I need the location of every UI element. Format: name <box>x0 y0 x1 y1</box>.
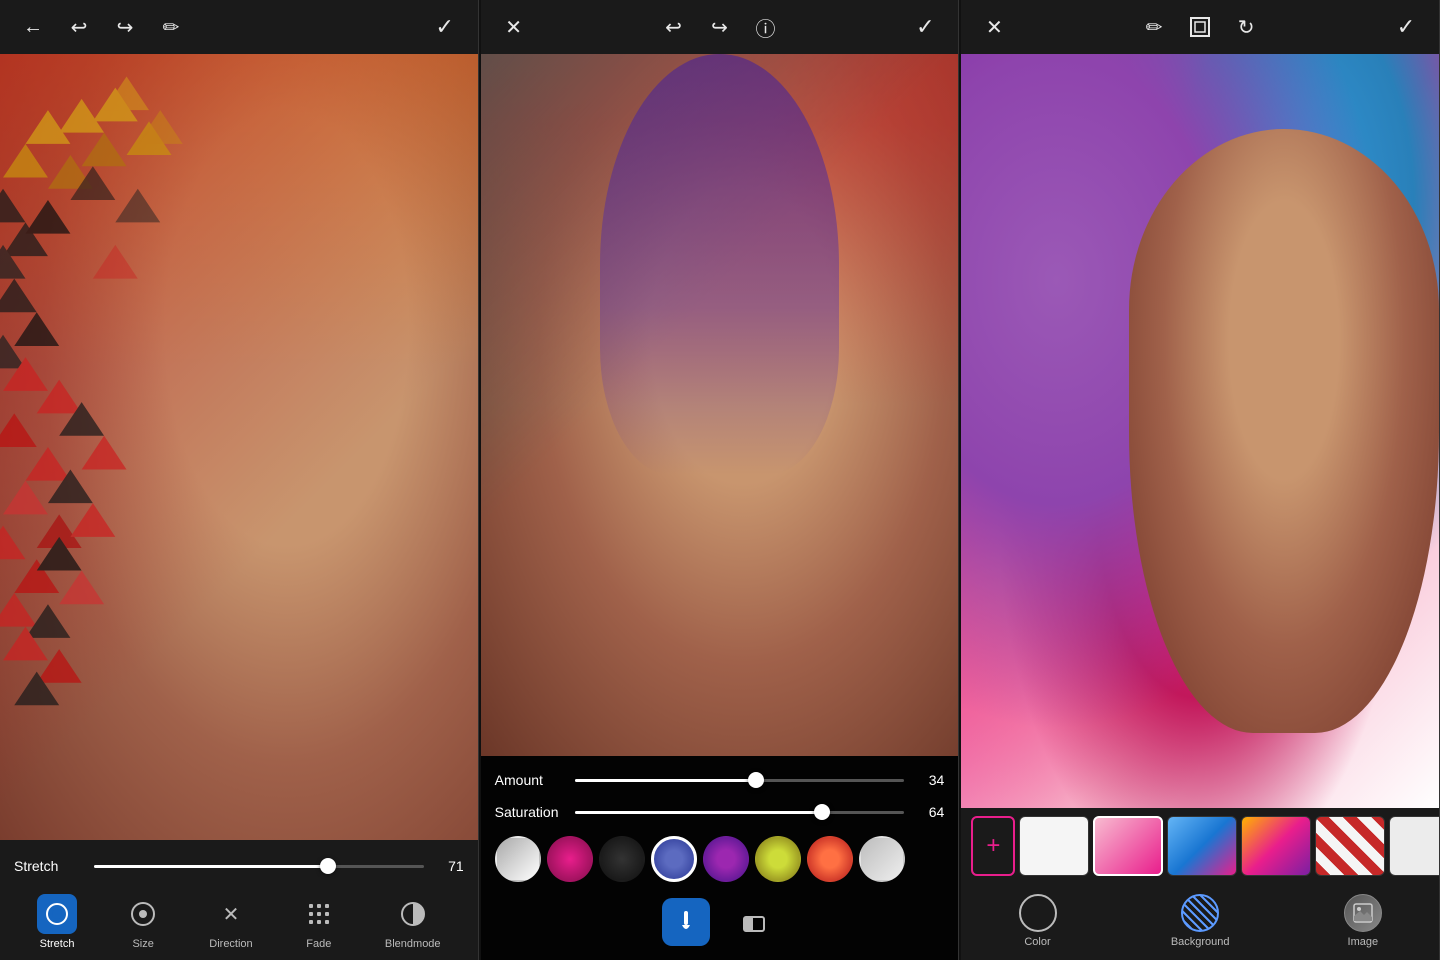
stretch-icon <box>37 894 77 934</box>
panel2-topbar: ✕ ↩ ↪ ⓘ ✓ <box>481 0 959 54</box>
bg-thumb-white2[interactable] <box>1389 816 1439 876</box>
rotate-button-p3[interactable]: ↻ <box>1231 12 1261 42</box>
fade-tool-label: Fade <box>306 938 331 950</box>
size-tool-label: Size <box>132 938 153 950</box>
bg-thumb-white[interactable] <box>1019 816 1089 876</box>
size-tool[interactable]: Size <box>123 894 163 950</box>
bg-thumb-colorful[interactable] <box>1241 816 1311 876</box>
blendmode-tool-label: Blendmode <box>385 938 441 950</box>
erase-button-p3[interactable]: ✏ <box>1139 12 1169 42</box>
panel1-left-icons: ← ↩ ↪ ✏ <box>18 12 186 42</box>
panel-stretch: ← ↩ ↪ ✏ ✓ <box>0 0 479 960</box>
stretch-slider-row: Stretch 71 <box>14 850 464 882</box>
stretch-tool[interactable]: Stretch <box>37 894 77 950</box>
background-tab[interactable]: Background <box>1171 894 1230 948</box>
background-tab-label: Background <box>1171 936 1230 948</box>
bg-thumb-blue[interactable] <box>1167 816 1237 876</box>
swatch-olive[interactable] <box>755 836 801 882</box>
check-button-p3[interactable]: ✓ <box>1391 12 1421 42</box>
direction-icon: ✕ <box>211 894 251 934</box>
color-tab[interactable]: Color <box>1019 894 1057 948</box>
close-button-p2[interactable]: ✕ <box>499 12 529 42</box>
erase-button[interactable]: ✏ <box>156 12 186 42</box>
saturation-slider-thumb[interactable] <box>814 804 830 820</box>
amount-slider-row: Amount 34 <box>495 764 945 796</box>
amount-slider-track[interactable] <box>575 779 905 782</box>
panel1-bottom: Stretch 71 Stretch <box>0 840 478 960</box>
bg-thumbnail-row: + <box>961 808 1439 884</box>
swatch-orange[interactable] <box>807 836 853 882</box>
swatch-black[interactable] <box>599 836 645 882</box>
back-button[interactable]: ← <box>18 12 48 42</box>
info-button-p2[interactable]: ⓘ <box>751 12 781 42</box>
image-tab-icon <box>1344 894 1382 932</box>
ratio-button-p3[interactable] <box>1185 12 1215 42</box>
direction-tool[interactable]: ✕ Direction <box>209 894 252 950</box>
stretch-slider-fill <box>94 865 328 868</box>
panel2-photo <box>481 54 959 756</box>
direction-tool-label: Direction <box>209 938 252 950</box>
swatch-silver[interactable] <box>495 836 541 882</box>
stretch-slider-track[interactable] <box>94 865 424 868</box>
panel3-image <box>961 54 1439 808</box>
swatch-blue[interactable] <box>651 836 697 882</box>
color-tab-icon <box>1019 894 1057 932</box>
fade-icon <box>299 894 339 934</box>
panel3-person <box>1129 129 1439 732</box>
amount-slider-fill <box>575 779 756 782</box>
amount-label: Amount <box>495 772 565 788</box>
redo-button[interactable]: ↪ <box>110 12 140 42</box>
redo-button-p2[interactable]: ↪ <box>705 12 735 42</box>
triangle-overlay <box>0 54 478 840</box>
blendmode-tool[interactable]: Blendmode <box>385 894 441 950</box>
check-button-p2[interactable]: ✓ <box>910 12 940 42</box>
image-tab-label: Image <box>1348 936 1379 948</box>
stretch-label: Stretch <box>14 858 84 874</box>
panel1-tools: Stretch Size ✕ Direction <box>14 882 464 960</box>
stretch-value: 71 <box>434 858 464 874</box>
add-background-button[interactable]: + <box>971 816 1015 876</box>
panel3-topbar: ✕ ✏ ↻ ✓ <box>961 0 1439 54</box>
size-icon <box>123 894 163 934</box>
bg-thumb-red[interactable] <box>1315 816 1385 876</box>
color-swatch-row <box>495 828 945 890</box>
edit-tool-row <box>495 890 945 952</box>
blendmode-icon <box>393 894 433 934</box>
stretch-slider-thumb[interactable] <box>320 858 336 874</box>
color-tab-label: Color <box>1024 936 1050 948</box>
fade-tool[interactable]: Fade <box>299 894 339 950</box>
background-tab-icon <box>1181 894 1219 932</box>
stretch-tool-label: Stretch <box>40 938 75 950</box>
panel-haircolor: ✕ ↩ ↪ ⓘ ✓ Amount 34 Saturation 64 <box>481 0 960 960</box>
amount-slider-thumb[interactable] <box>748 772 764 788</box>
panel3-right-icons: ✏ ↻ <box>1139 12 1261 42</box>
saturation-slider-fill <box>575 811 822 814</box>
undo-button-p2[interactable]: ↩ <box>659 12 689 42</box>
brush-button[interactable] <box>662 898 710 946</box>
panel-background: ✕ ✏ ↻ ✓ + <box>961 0 1440 960</box>
saturation-label: Saturation <box>495 804 565 820</box>
swatch-gray[interactable] <box>859 836 905 882</box>
saturation-slider-track[interactable] <box>575 811 905 814</box>
check-button[interactable]: ✓ <box>430 12 460 42</box>
panel2-image <box>481 54 959 756</box>
image-tab[interactable]: Image <box>1344 894 1382 948</box>
close-button-p3[interactable]: ✕ <box>979 12 1009 42</box>
panel2-bottom: Amount 34 Saturation 64 <box>481 756 959 960</box>
panel1-photo <box>0 54 478 840</box>
bg-thumb-pink[interactable] <box>1093 816 1163 876</box>
panel3-tab-row: Color Background Image <box>961 884 1439 960</box>
undo-button[interactable]: ↩ <box>64 12 94 42</box>
panel1-topbar: ← ↩ ↪ ✏ ✓ <box>0 0 478 54</box>
amount-value: 34 <box>914 772 944 788</box>
panel2-center-icons: ↩ ↪ ⓘ <box>659 12 781 42</box>
panel3-bottom: + Color Background <box>961 808 1439 960</box>
panel3-photo <box>961 54 1439 808</box>
eraser-button[interactable] <box>730 898 778 946</box>
saturation-slider-row: Saturation 64 <box>495 796 945 828</box>
saturation-value: 64 <box>914 804 944 820</box>
swatch-purple[interactable] <box>703 836 749 882</box>
swatch-pink[interactable] <box>547 836 593 882</box>
panel1-image <box>0 54 478 840</box>
